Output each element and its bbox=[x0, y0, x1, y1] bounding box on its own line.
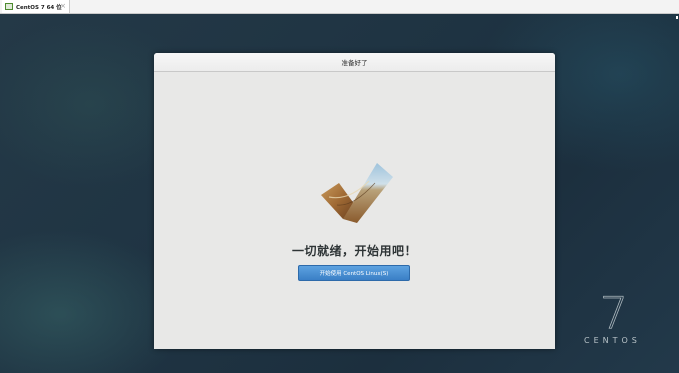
centos-version-glyph: 7 bbox=[600, 290, 628, 332]
installer-window: 准备好了 一切就绪，开始用吧！ 开始使用 CentOS Linux(S) bbox=[154, 53, 555, 349]
vm-tab-bar: CentOS 7 64 位 × bbox=[0, 0, 679, 14]
vm-tab-label: CentOS 7 64 位 bbox=[16, 4, 62, 11]
window-header: 准备好了 bbox=[154, 53, 555, 72]
close-tab-icon[interactable]: × bbox=[60, 2, 66, 10]
ready-heading: 一切就绪，开始用吧！ bbox=[291, 244, 417, 258]
check-right-part bbox=[343, 163, 393, 223]
vm-icon bbox=[5, 3, 13, 10]
start-using-button[interactable]: 开始使用 CentOS Linux(S) bbox=[298, 265, 410, 281]
window-title: 准备好了 bbox=[341, 59, 368, 67]
vm-tab[interactable]: CentOS 7 64 位 × bbox=[2, 0, 70, 13]
checkmark-illustration bbox=[321, 163, 393, 223]
svg-text:7: 7 bbox=[600, 290, 628, 332]
indicator-dot bbox=[676, 16, 678, 19]
centos-wordmark: CENTOS bbox=[584, 336, 641, 345]
